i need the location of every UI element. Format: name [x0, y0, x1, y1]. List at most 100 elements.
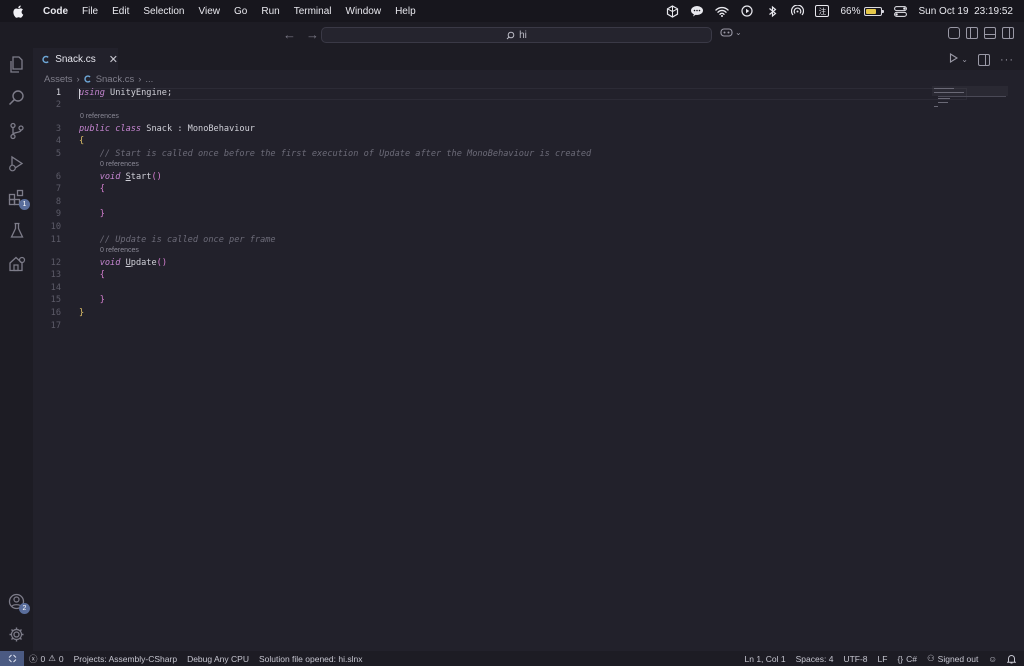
menu-view[interactable]: View	[192, 6, 228, 17]
line-number: 4	[55, 136, 61, 146]
code-line-9: }	[79, 209, 105, 219]
testing-icon[interactable]	[7, 221, 26, 240]
error-icon: ⓧ	[29, 653, 38, 664]
input-method-icon[interactable]: 注	[815, 5, 830, 17]
menu-app-name[interactable]: Code	[39, 6, 75, 17]
code-line-5: // Start is called once before the first…	[79, 149, 592, 159]
feedback-icon[interactable]: ☺	[983, 654, 1002, 664]
accounts-badge: 2	[19, 603, 30, 614]
menu-bar: Code File Edit Selection View Go Run Ter…	[0, 0, 1024, 22]
airdrop-icon[interactable]	[790, 4, 804, 18]
indentation-status[interactable]: Spaces: 4	[791, 654, 839, 664]
debug-config-status[interactable]: Debug Any CPU	[182, 654, 254, 664]
line-number: 8	[55, 197, 61, 207]
error-count: 0	[40, 653, 46, 664]
menu-run[interactable]: Run	[254, 6, 286, 17]
forward-arrow-icon[interactable]: →	[306, 27, 319, 42]
language-mode[interactable]: {} C#	[892, 654, 922, 664]
chevron-right-icon: ›	[76, 73, 80, 85]
run-options-chevron-icon[interactable]: ⌄	[961, 55, 968, 64]
breadcrumb-folder[interactable]: Assets	[44, 74, 73, 85]
line-number: 7	[55, 184, 61, 194]
menu-terminal[interactable]: Terminal	[287, 6, 339, 17]
text-cursor	[79, 89, 80, 99]
line-number: 6	[55, 172, 61, 182]
line-number: 13	[50, 270, 61, 280]
warning-count: 0	[58, 653, 64, 664]
toggle-panel-icon[interactable]	[984, 27, 996, 39]
code-line-7: {	[79, 184, 105, 194]
breadcrumb: Assets › Snack.cs › ...	[44, 72, 153, 86]
copilot-menu[interactable]: ⌄	[720, 27, 742, 38]
chevron-right-icon: ›	[138, 73, 142, 85]
explorer-icon[interactable]	[7, 55, 26, 74]
eol-status[interactable]: LF	[873, 654, 893, 664]
remote-explorer-icon[interactable]	[7, 254, 26, 273]
code-line-4: {	[79, 136, 85, 146]
line-number: 9	[55, 209, 61, 219]
notifications-bell-icon[interactable]	[1002, 654, 1024, 664]
copilot-icon	[720, 28, 733, 37]
account-status[interactable]: ⚇ Signed out	[922, 653, 983, 664]
breadcrumb-symbol[interactable]: ...	[145, 74, 153, 85]
remote-indicator-icon[interactable]	[0, 651, 24, 666]
cursor-position[interactable]: Ln 1, Col 1	[740, 654, 791, 664]
code-line-3: public class Snack : MonoBehaviour	[79, 124, 255, 134]
line-number: 5	[55, 149, 61, 159]
battery-percent: 66%	[840, 5, 861, 17]
solution-status[interactable]: Solution file opened: hi.slnx	[254, 654, 368, 664]
run-debug-icon[interactable]	[7, 154, 26, 173]
minimap[interactable]	[932, 86, 1008, 116]
status-bar: ⓧ 0 ⚠ 0 Projects: Assembly-CSharp Debug …	[0, 651, 1024, 666]
line-number: 1	[55, 88, 61, 98]
code-line-13: {	[79, 270, 105, 280]
back-arrow-icon[interactable]: ←	[283, 27, 296, 42]
toggle-secondary-sidebar-icon[interactable]	[1002, 27, 1014, 39]
source-control-icon[interactable]	[7, 121, 26, 140]
problems-summary[interactable]: ⓧ 0 ⚠ 0	[24, 653, 69, 665]
tab-snack-cs[interactable]: Snack.cs ✕	[33, 48, 118, 70]
language-label: C#	[906, 653, 918, 664]
chat-icon[interactable]	[690, 4, 704, 18]
battery-status[interactable]: 66%	[840, 5, 885, 17]
extensions-icon[interactable]: 1	[7, 188, 30, 210]
clock[interactable]: Sun Oct 19 23:19:52	[918, 6, 1013, 17]
breadcrumb-file[interactable]: Snack.cs	[96, 74, 135, 85]
apple-icon[interactable]	[13, 5, 29, 18]
more-actions-icon[interactable]: ···	[1000, 54, 1014, 66]
play-circle-icon[interactable]	[740, 4, 754, 18]
command-center-search[interactable]: hi	[321, 27, 712, 43]
split-editor-icon[interactable]	[978, 53, 990, 66]
control-center-icon[interactable]	[893, 4, 907, 18]
run-icon[interactable]	[949, 53, 959, 66]
menu-edit[interactable]: Edit	[105, 6, 136, 17]
codelens-references[interactable]: 0 references	[100, 247, 139, 254]
bluetooth-icon[interactable]	[765, 4, 779, 18]
search-icon[interactable]	[7, 88, 26, 107]
menu-help[interactable]: Help	[388, 6, 423, 17]
menu-go[interactable]: Go	[227, 6, 254, 17]
search-text: hi	[519, 29, 527, 41]
tab-label: Snack.cs	[55, 53, 96, 65]
settings-gear-icon[interactable]	[7, 625, 26, 644]
codelens-references[interactable]: 0 references	[100, 161, 139, 168]
codelens-references[interactable]: 0 references	[80, 113, 119, 120]
encoding-status[interactable]: UTF-8	[838, 654, 872, 664]
close-icon[interactable]: ✕	[109, 53, 118, 66]
wifi-icon[interactable]	[715, 4, 730, 18]
menu-file[interactable]: File	[75, 6, 105, 17]
toggle-primary-sidebar-icon[interactable]	[966, 27, 978, 39]
menu-selection[interactable]: Selection	[136, 6, 191, 17]
unity-icon[interactable]	[665, 4, 679, 18]
code-line-15: }	[79, 295, 105, 305]
menu-window[interactable]: Window	[339, 6, 389, 17]
code-line-12: void Update()	[99, 258, 168, 268]
projects-status[interactable]: Projects: Assembly-CSharp	[69, 654, 182, 664]
braces-icon: {}	[897, 653, 904, 664]
code-line-1: using UnityEngine;	[79, 88, 173, 98]
chevron-down-icon: ⌄	[735, 28, 742, 37]
customize-layout-icon[interactable]	[948, 27, 960, 39]
line-number: 15	[50, 295, 61, 305]
accounts-icon[interactable]: 2	[7, 592, 30, 614]
search-icon	[506, 31, 515, 39]
